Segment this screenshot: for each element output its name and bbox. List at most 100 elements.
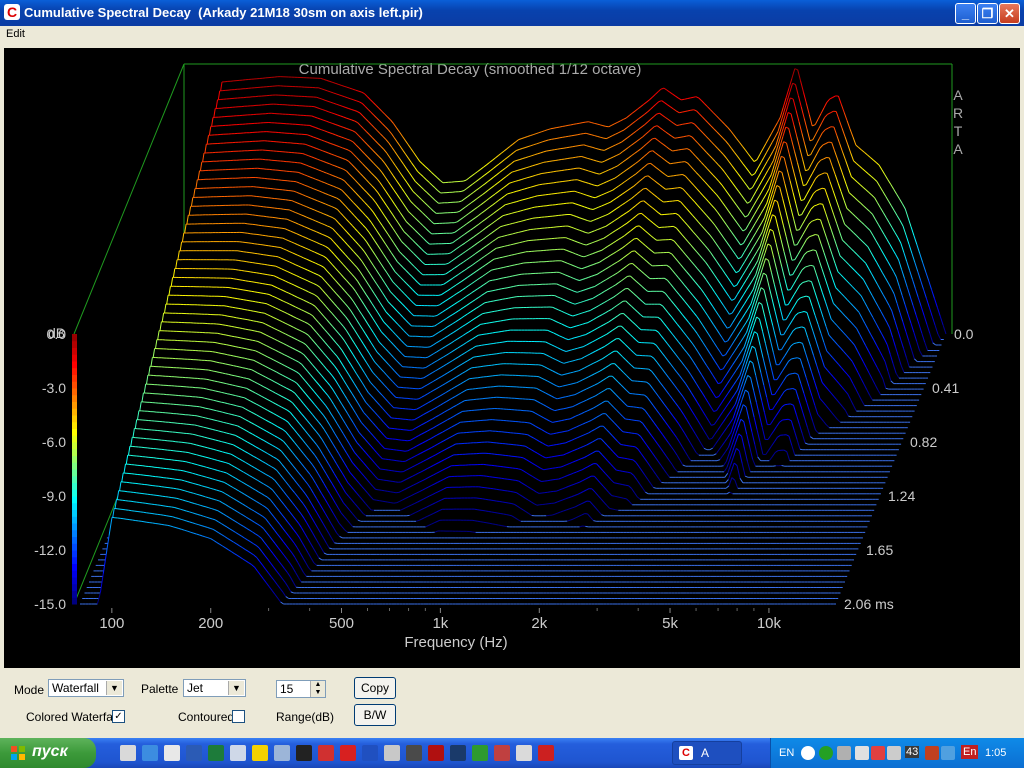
slice-segment bbox=[794, 244, 798, 246]
slice-segment bbox=[482, 312, 486, 315]
slice-segment bbox=[798, 311, 802, 314]
slice-segment bbox=[793, 342, 797, 345]
slice-segment bbox=[487, 301, 491, 303]
slice-segment bbox=[507, 329, 511, 332]
slice-segment bbox=[594, 122, 598, 125]
waterfall-slices bbox=[80, 68, 947, 605]
slice-segment bbox=[638, 212, 642, 215]
slice-segment bbox=[551, 138, 555, 140]
slice-segment bbox=[503, 276, 507, 279]
slice-segment bbox=[502, 298, 506, 300]
color-scale-step bbox=[72, 475, 77, 483]
color-scale-step bbox=[72, 415, 77, 423]
slice-segment bbox=[505, 308, 509, 310]
close-button[interactable]: ✕ bbox=[999, 3, 1020, 24]
slice-segment bbox=[522, 251, 527, 253]
color-scale-step bbox=[72, 516, 77, 524]
slice-segment bbox=[789, 274, 793, 276]
slice-segment bbox=[497, 267, 501, 270]
slice-segment bbox=[504, 245, 508, 247]
arta-app-icon[interactable]: C bbox=[4, 4, 20, 20]
slice-segment bbox=[573, 123, 577, 125]
menu-edit[interactable]: Edit bbox=[6, 28, 25, 40]
color-scale-step bbox=[72, 563, 77, 571]
slice-segment bbox=[489, 332, 493, 334]
slice-segment bbox=[499, 298, 503, 301]
minimize-button[interactable]: _ bbox=[955, 3, 976, 24]
slice-segment bbox=[526, 218, 530, 221]
slice-segment bbox=[422, 367, 426, 369]
slice-segment bbox=[589, 208, 594, 210]
slice-segment bbox=[531, 206, 535, 209]
slice-segment bbox=[516, 242, 520, 244]
slice-segment bbox=[262, 244, 266, 246]
chart-area: Cumulative Spectral Decay (smoothed 1/12… bbox=[4, 48, 1020, 668]
slice-segment bbox=[508, 254, 512, 257]
slice-segment bbox=[491, 268, 495, 271]
slice-segment bbox=[514, 263, 518, 266]
color-scale-step bbox=[72, 482, 77, 490]
slice-segment bbox=[642, 187, 647, 190]
slice-segment bbox=[570, 123, 574, 126]
slice-segment bbox=[498, 246, 503, 249]
slice-segment bbox=[676, 124, 680, 126]
slice-segment bbox=[492, 289, 497, 292]
slice-segment bbox=[498, 288, 502, 290]
slice-segment bbox=[692, 96, 697, 98]
slice-segment bbox=[518, 231, 522, 233]
slice-segment bbox=[563, 147, 567, 149]
db-tick-label: -6.0 bbox=[42, 434, 66, 450]
color-scale-step bbox=[72, 421, 77, 429]
color-scale-step bbox=[72, 394, 77, 402]
slice-segment bbox=[554, 137, 558, 140]
slice-segment bbox=[506, 234, 511, 236]
slice-segment bbox=[570, 168, 574, 170]
slice-segment bbox=[686, 135, 690, 137]
slice-segment bbox=[580, 255, 585, 258]
slice-segment bbox=[500, 309, 504, 311]
db-tick-label: -12.0 bbox=[34, 542, 66, 558]
color-scale-step bbox=[72, 550, 77, 558]
slice-segment bbox=[687, 109, 691, 112]
slice-segment bbox=[480, 323, 484, 325]
slice-segment bbox=[680, 136, 684, 138]
slice-segment bbox=[274, 246, 278, 248]
color-scale-step bbox=[72, 388, 77, 396]
slice-segment bbox=[502, 308, 506, 311]
color-scale-step bbox=[72, 401, 77, 409]
slice-segment bbox=[687, 97, 691, 100]
slice-segment bbox=[587, 220, 591, 222]
slice-segment bbox=[564, 124, 569, 127]
slice-segment bbox=[792, 372, 796, 375]
slice-segment bbox=[497, 309, 501, 312]
slice-segment bbox=[527, 229, 531, 231]
color-scale-step bbox=[72, 509, 77, 517]
color-scale-step bbox=[72, 455, 77, 463]
slice-segment bbox=[580, 133, 584, 135]
slice-segment bbox=[553, 170, 557, 173]
slice-segment bbox=[493, 258, 497, 260]
slice-segment bbox=[785, 304, 789, 306]
slice-segment bbox=[514, 253, 518, 255]
slice-segment bbox=[794, 357, 798, 359]
slice-segment bbox=[515, 274, 519, 276]
slice-segment bbox=[486, 322, 490, 324]
slice-segment bbox=[429, 335, 433, 338]
watermark-letter: A bbox=[953, 141, 963, 157]
slice-segment bbox=[546, 150, 550, 152]
slice-segment bbox=[508, 265, 513, 267]
title-bar[interactable]: C Cumulative Spectral Decay (Arkady 21M1… bbox=[0, 0, 1024, 26]
slice-segment bbox=[603, 137, 607, 140]
slice-segment bbox=[497, 277, 502, 280]
slice-segment bbox=[574, 134, 578, 136]
slice-segment bbox=[489, 290, 494, 292]
color-scale-step bbox=[72, 496, 77, 504]
slice-segment bbox=[513, 242, 517, 245]
slice-segment bbox=[486, 332, 490, 335]
slice-segment bbox=[562, 136, 566, 138]
slice-segment bbox=[496, 257, 500, 259]
maximize-button[interactable]: ❐ bbox=[977, 3, 998, 24]
slice-segment bbox=[492, 279, 496, 281]
slice-segment bbox=[501, 287, 505, 290]
slice-segment bbox=[787, 289, 791, 291]
